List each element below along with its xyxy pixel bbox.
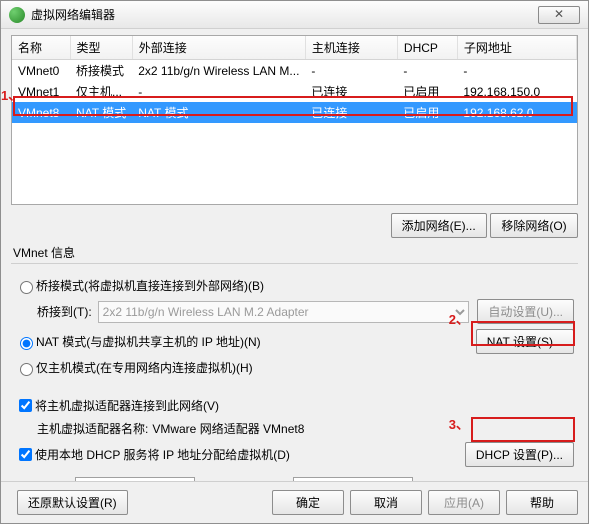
add-network-button[interactable]: 添加网络(E)...: [391, 213, 487, 238]
dhcp-label: 使用本地 DHCP 服务将 IP 地址分配给虚拟机(D): [35, 446, 457, 463]
adapter-name-label: 主机虚拟适配器名称:: [37, 420, 148, 437]
dhcp-checkbox[interactable]: [19, 448, 32, 461]
close-button[interactable]: ✕: [538, 6, 580, 24]
th-name[interactable]: 名称: [12, 36, 70, 60]
bridge-to-row: 桥接到(T): 2x2 11b/g/n Wireless LAN M.2 Ada…: [37, 299, 574, 324]
adapter-name-value: VMware 网络适配器 VMnet8: [152, 420, 304, 437]
annotation-2: 2、: [449, 309, 469, 328]
content-area: 名称 类型 外部连接 主机连接 DHCP 子网地址 VMnet0 桥接模式 2x…: [1, 29, 588, 518]
nat-settings-button[interactable]: NAT 设置(S)...: [476, 329, 574, 354]
cell-dhcp: 已启用: [397, 81, 457, 102]
dhcp-row: 使用本地 DHCP 服务将 IP 地址分配给虚拟机(D) DHCP 设置(P).…: [15, 442, 574, 467]
bridge-to-label: 桥接到(T):: [37, 303, 92, 320]
network-table[interactable]: 名称 类型 外部连接 主机连接 DHCP 子网地址 VMnet0 桥接模式 2x…: [11, 35, 578, 205]
cell-type: NAT 模式: [70, 102, 132, 123]
app-icon: [9, 7, 25, 23]
connect-host-checkbox[interactable]: [19, 399, 32, 412]
hostonly-label: 仅主机模式(在专用网络内连接虚拟机)(H): [36, 359, 253, 376]
adapter-name-row: 主机虚拟适配器名称: VMware 网络适配器 VMnet8: [37, 420, 574, 437]
nat-radio[interactable]: [20, 337, 33, 350]
annotation-1: 1、: [1, 85, 21, 104]
restore-defaults-button[interactable]: 还原默认设置(R): [17, 490, 128, 515]
th-subnet[interactable]: 子网地址: [457, 36, 576, 60]
cell-name: VMnet0: [12, 60, 70, 82]
cell-type: 桥接模式: [70, 60, 132, 82]
table-buttons: 添加网络(E)... 移除网络(O): [11, 213, 578, 238]
vmnet-info-label: VMnet 信息: [13, 244, 578, 261]
remove-network-button[interactable]: 移除网络(O): [490, 213, 578, 238]
cell-name: VMnet8: [12, 102, 70, 123]
help-button[interactable]: 帮助: [506, 490, 578, 515]
nat-mode-row: NAT 模式(与虚拟机共享主机的 IP 地址)(N) NAT 设置(S)...: [15, 329, 574, 354]
vnet-editor-window: 虚拟网络编辑器 ✕ 名称 类型 外部连接 主机连接 DHCP 子网地址 VMne…: [0, 0, 589, 524]
nat-label: NAT 模式(与虚拟机共享主机的 IP 地址)(N): [36, 333, 468, 350]
cancel-button[interactable]: 取消: [350, 490, 422, 515]
th-dhcp[interactable]: DHCP: [397, 36, 457, 60]
cell-ext: 2x2 11b/g/n Wireless LAN M...: [132, 60, 305, 82]
dialog-buttons: 还原默认设置(R) 确定 取消 应用(A) 帮助: [1, 481, 588, 523]
cell-subnet: 192.168.62.0: [457, 102, 576, 123]
auto-settings-button[interactable]: 自动设置(U)...: [477, 299, 574, 324]
cell-host: 已连接: [305, 102, 397, 123]
ok-button[interactable]: 确定: [272, 490, 344, 515]
cell-dhcp: 已启用: [397, 102, 457, 123]
cell-subnet: 192.168.150.0: [457, 81, 576, 102]
bridge-to-combo[interactable]: 2x2 11b/g/n Wireless LAN M.2 Adapter: [98, 301, 470, 323]
cell-host: 已连接: [305, 81, 397, 102]
window-title: 虚拟网络编辑器: [31, 6, 538, 23]
bridge-radio[interactable]: [20, 281, 33, 294]
hostonly-radio[interactable]: [20, 363, 33, 376]
bridge-mode-row: 桥接模式(将虚拟机直接连接到外部网络)(B): [15, 277, 574, 294]
th-type[interactable]: 类型: [70, 36, 132, 60]
cell-host: -: [305, 60, 397, 82]
bridge-label: 桥接模式(将虚拟机直接连接到外部网络)(B): [36, 277, 264, 294]
annotation-3: 3、: [449, 414, 469, 433]
table-row[interactable]: VMnet1 仅主机... - 已连接 已启用 192.168.150.0: [12, 81, 577, 102]
table-header-row: 名称 类型 外部连接 主机连接 DHCP 子网地址: [12, 36, 577, 60]
cell-ext: -: [132, 81, 305, 102]
titlebar[interactable]: 虚拟网络编辑器 ✕: [1, 1, 588, 29]
th-host[interactable]: 主机连接: [305, 36, 397, 60]
cell-dhcp: -: [397, 60, 457, 82]
table-row-selected[interactable]: VMnet8 NAT 模式 NAT 模式 已连接 已启用 192.168.62.…: [12, 102, 577, 123]
cell-ext: NAT 模式: [132, 102, 305, 123]
hostonly-mode-row: 仅主机模式(在专用网络内连接虚拟机)(H): [15, 359, 574, 376]
th-ext[interactable]: 外部连接: [132, 36, 305, 60]
apply-button[interactable]: 应用(A): [428, 490, 500, 515]
cell-subnet: -: [457, 60, 576, 82]
cell-type: 仅主机...: [70, 81, 132, 102]
table-row[interactable]: VMnet0 桥接模式 2x2 11b/g/n Wireless LAN M..…: [12, 60, 577, 82]
connect-host-row: 将主机虚拟适配器连接到此网络(V): [15, 396, 574, 415]
connect-host-label: 将主机虚拟适配器连接到此网络(V): [35, 397, 219, 414]
dhcp-settings-button[interactable]: DHCP 设置(P)...: [465, 442, 574, 467]
vmnet-info-group: 桥接模式(将虚拟机直接连接到外部网络)(B) 桥接到(T): 2x2 11b/g…: [11, 263, 578, 508]
